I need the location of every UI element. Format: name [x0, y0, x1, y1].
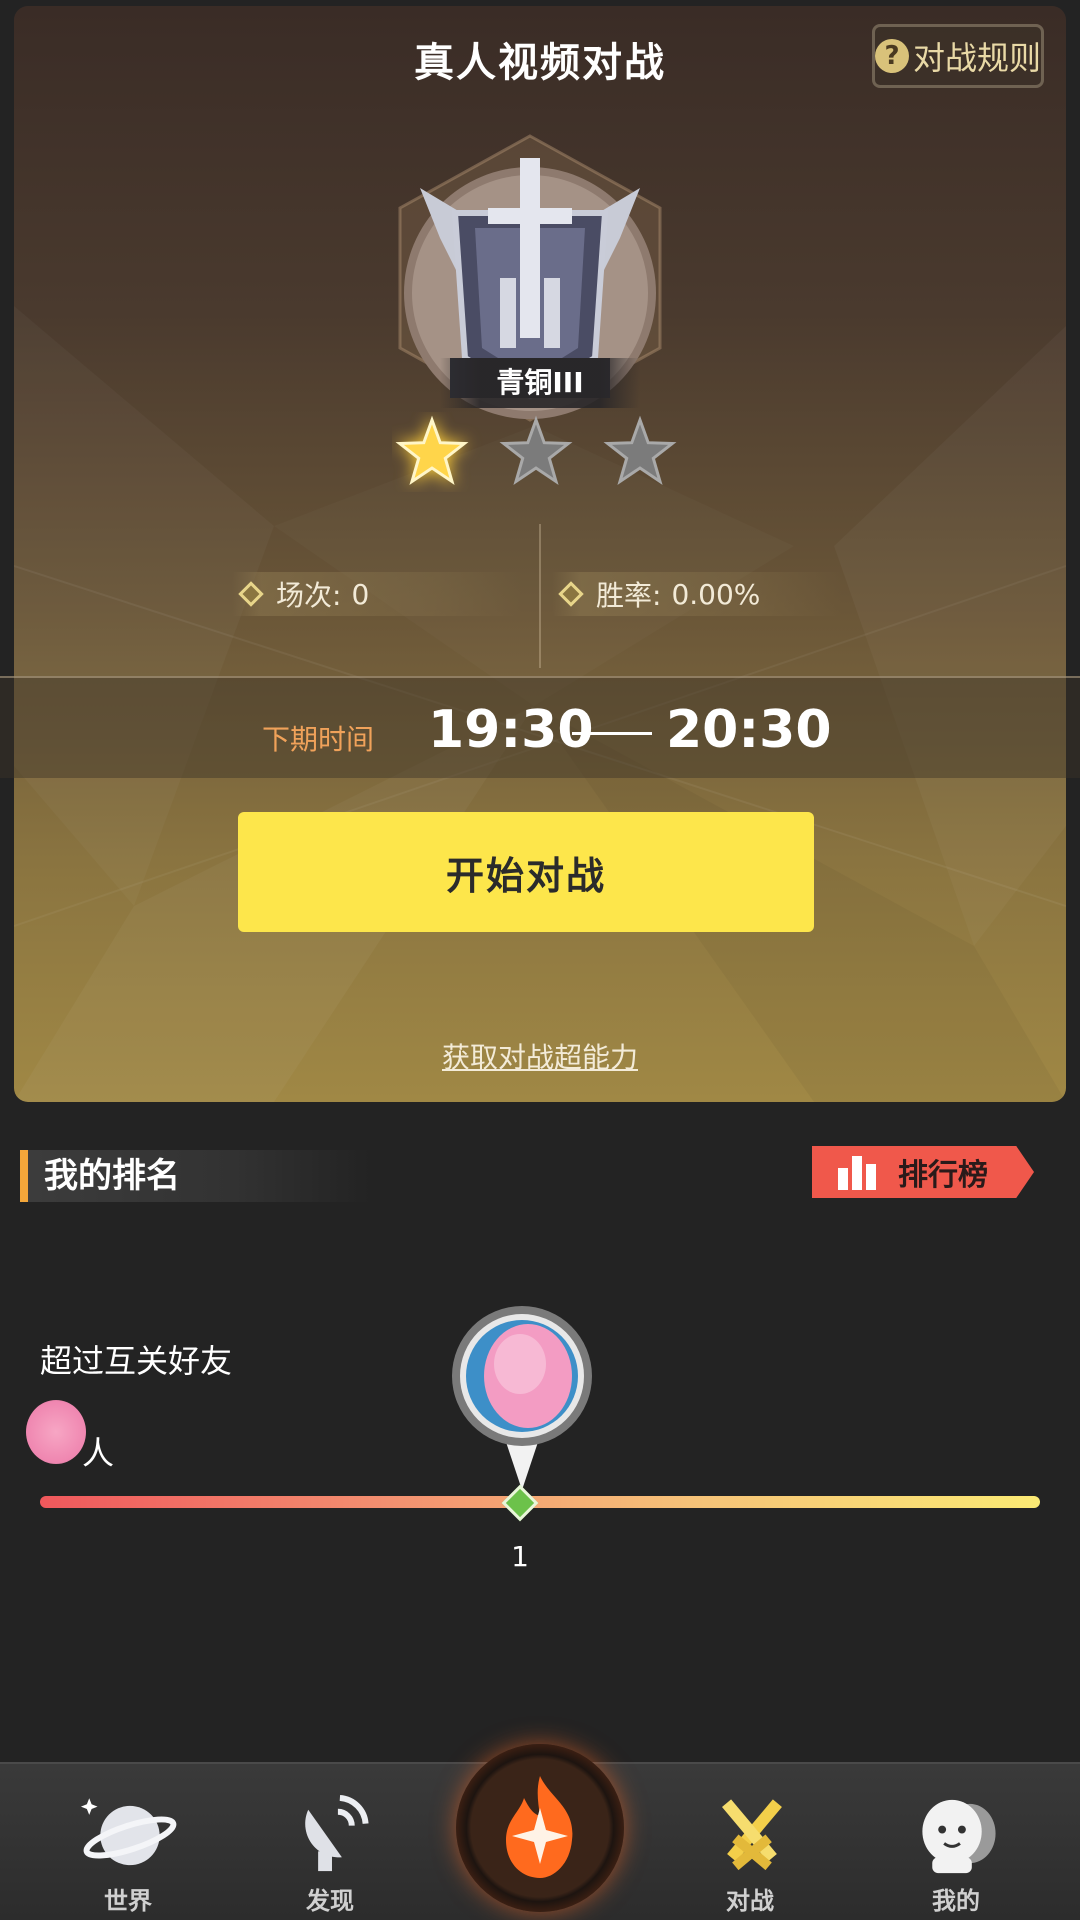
battle-page: 真人视频对战 ? 对战规则 青铜III 场次: 0 胜率: 0.00% 下期时间…	[0, 0, 1080, 1920]
star-empty-icon	[499, 415, 573, 486]
nav-label-me: 我的	[932, 1887, 980, 1915]
person-unit: 人	[82, 1434, 115, 1472]
star-earned-icon	[395, 415, 469, 486]
star-empty-icon	[603, 415, 677, 486]
nav-tab-me[interactable]: 我的	[896, 1790, 1016, 1916]
matches-value: 0	[351, 577, 370, 611]
nav-label-battle: 对战	[726, 1887, 774, 1915]
winrate-label: 胜率:	[596, 579, 662, 612]
rank-stars	[395, 415, 677, 486]
matches-stat: 场次: 0	[232, 572, 522, 616]
stats-divider	[539, 524, 541, 668]
flame-star-button[interactable]	[456, 1744, 624, 1912]
matches-label: 场次:	[276, 579, 342, 612]
ghost-profile-icon	[922, 1799, 996, 1874]
winrate-stat: 胜率: 0.00%	[552, 572, 842, 616]
satellite-dish-icon	[305, 1794, 369, 1872]
diamond-icon	[558, 581, 584, 607]
flame-star-icon	[506, 1776, 573, 1878]
my-ranking-title: 我的排名	[20, 1150, 370, 1202]
exceed-friends-text: 超过互关好友	[40, 1342, 233, 1380]
question-icon: ?	[875, 39, 909, 73]
leaderboard-label: 排行榜	[898, 1158, 988, 1193]
nav-tab-world[interactable]: 世界	[68, 1790, 188, 1916]
start-battle-button[interactable]: 开始对战	[238, 812, 814, 932]
nav-label-discover: 发现	[306, 1887, 354, 1915]
diamond-icon	[238, 581, 264, 607]
schedule-label: 下期时间	[262, 723, 375, 756]
nav-tab-discover[interactable]: 发现	[270, 1790, 390, 1916]
winrate-value: 0.00%	[671, 577, 761, 611]
rank-tier: 青铜III	[440, 358, 640, 408]
planet-icon	[80, 1798, 177, 1866]
blurred-count	[26, 1400, 86, 1464]
user-avatar-pin[interactable]	[450, 1304, 594, 1504]
ranking-progress-track	[40, 1496, 1040, 1508]
crossed-swords-icon	[722, 1799, 782, 1871]
rules-button[interactable]: ? 对战规则	[872, 24, 1044, 88]
ranking-position-value: 1	[511, 1540, 529, 1573]
nav-label-world: 世界	[104, 1887, 152, 1915]
bar-chart-icon	[838, 1154, 876, 1190]
rules-label: 对战规则	[913, 39, 1042, 77]
schedule-start: 19:30	[428, 700, 594, 760]
get-power-link[interactable]: 获取对战超能力	[0, 1036, 1080, 1076]
leaderboard-button[interactable]: 排行榜	[812, 1146, 1034, 1198]
nav-tab-battle[interactable]: 对战	[690, 1790, 810, 1916]
schedule-dash	[572, 732, 652, 735]
schedule-end: 20:30	[666, 700, 832, 760]
